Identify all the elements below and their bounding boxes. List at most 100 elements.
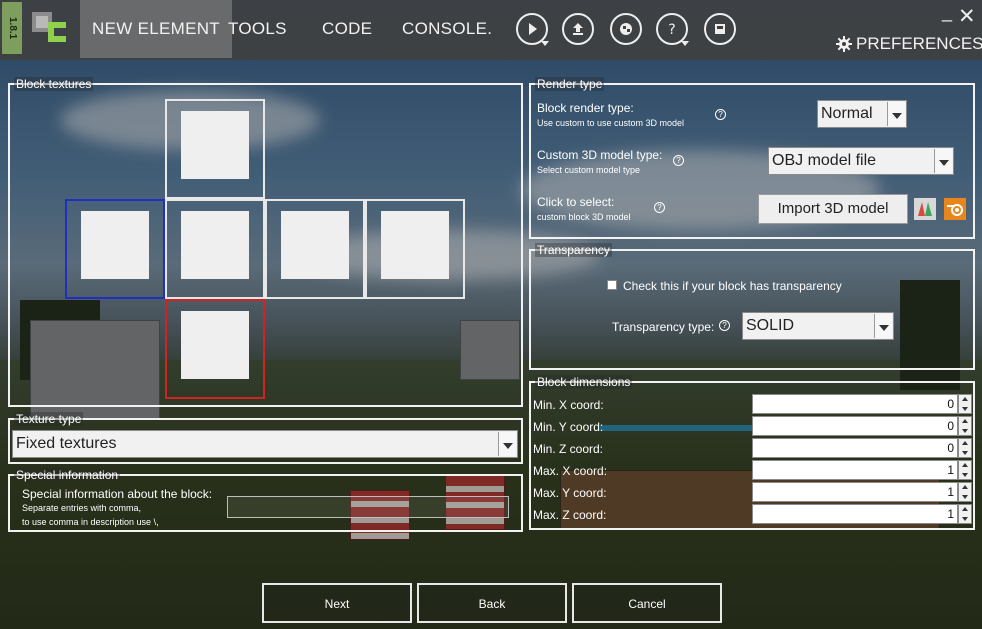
min-y-label: Min. Y coord: [533,420,604,434]
transparency-checkbox[interactable] [607,280,617,290]
mod-icon [620,23,632,35]
preferences-label: PREFERENCES [856,34,982,53]
close-button[interactable]: ✕ [958,4,976,29]
run-button[interactable] [516,13,549,46]
spinner-arrows[interactable] [958,438,972,458]
mod-button[interactable] [610,13,642,45]
mcreator-logo-icon [30,8,72,50]
select-model-hint: custom block 3D model [537,212,631,222]
model-editor-icon[interactable] [914,198,936,220]
export-button[interactable] [562,13,594,45]
panel-title: Block dimensions [535,375,633,389]
special-info-input[interactable] [227,496,509,518]
blender-icon[interactable] [944,198,966,220]
question-icon: ? [668,22,675,38]
import-3d-model-button[interactable]: Import 3D model [758,194,908,224]
chevron-down-icon [681,41,689,46]
spinner-arrows[interactable] [958,416,972,436]
min-y-input[interactable]: 0 [752,416,958,436]
min-z-spinner[interactable]: 0 [752,438,972,458]
spinner-arrows[interactable] [958,460,972,480]
texture-slot-bottom[interactable] [165,299,265,399]
max-z-label: Max. Z coord: [533,508,607,522]
max-y-spinner[interactable]: 1 [752,482,972,502]
max-x-input[interactable]: 1 [752,460,958,480]
help-icon[interactable]: ? [673,155,684,166]
preferences-button[interactable]: PREFERENCES [836,34,982,54]
texture-preview [81,211,149,279]
spinner-arrows[interactable] [958,482,972,502]
min-x-spinner[interactable]: 0 [752,394,972,414]
transparency-type-value: SOLID [746,317,795,334]
max-z-spinner[interactable]: 1 [752,504,972,524]
panel-title: Block textures [14,77,94,91]
custom-model-hint: Select custom model type [537,165,641,175]
cancel-button[interactable]: Cancel [572,583,722,623]
texture-preview [381,211,449,279]
custom-model-select[interactable]: OBJ model file [768,147,954,175]
custom-model-label: Custom 3D model type: [537,148,663,162]
help-button[interactable]: ? [656,13,689,46]
svg-text:?: ? [668,22,675,38]
transparency-checkbox-label: Check this if your block has transparenc… [623,279,842,293]
texture-preview [181,211,249,279]
min-x-input[interactable]: 0 [752,394,958,414]
help-icon[interactable]: ? [719,320,730,331]
texture-slot-back[interactable] [365,199,465,299]
spinner-arrows[interactable] [958,394,972,414]
texture-slot-left[interactable] [65,199,165,299]
block-render-label: Block render type: [537,101,634,115]
play-icon [529,23,537,35]
chevron-down-icon [498,432,516,456]
panel-title: Special information [14,468,121,482]
texture-slot-right[interactable] [265,199,365,299]
panel-title: Transparency [535,243,612,257]
texture-preview [181,311,249,379]
min-z-label: Min. Z coord: [533,442,604,456]
min-y-spinner[interactable]: 0 [752,416,972,436]
select-model-label: Click to select: [537,195,615,209]
spinner-arrows[interactable] [958,504,972,524]
max-x-spinner[interactable]: 1 [752,460,972,480]
workspace-button[interactable] [704,13,736,45]
upload-icon [573,23,583,35]
special-info-hint: to use comma in description use \, [22,517,159,527]
max-y-label: Max. Y coord: [533,486,607,500]
max-z-input[interactable]: 1 [752,504,958,524]
minimize-button[interactable]: _ [942,2,952,23]
transparency-type-select[interactable]: SOLID [742,312,894,340]
block-render-select[interactable]: Normal [817,100,907,128]
top-bar: 1.8.1 NEW ELEMENT TOOLS CODE CONSOLE. ? … [0,0,982,60]
transparency-panel: Transparency [529,243,975,370]
nav-code[interactable]: CODE [310,0,384,58]
chevron-down-icon [934,149,952,173]
next-button[interactable]: Next [262,583,412,623]
texture-preview [181,111,249,179]
texture-slot-top[interactable] [165,99,265,199]
nav-console[interactable]: CONSOLE. [390,0,504,58]
transparency-type-label: Transparency type: [612,320,715,334]
special-info-label: Special information about the block: [22,487,213,501]
max-y-input[interactable]: 1 [752,482,958,502]
nav-new-element[interactable]: NEW ELEMENT [80,0,232,58]
block-render-value: Normal [821,105,873,122]
panel-title: Render type [535,77,605,91]
special-info-hint: Separate entries with comma, [22,503,142,513]
help-icon[interactable]: ? [654,202,665,213]
chevron-down-icon [874,314,892,338]
min-z-input[interactable]: 0 [752,438,958,458]
nav-tools[interactable]: TOOLS [216,0,299,58]
chevron-down-icon [541,41,549,46]
texture-type-value: Fixed textures [16,435,117,452]
texture-slot-front[interactable] [165,199,265,299]
back-button[interactable]: Back [417,583,567,623]
workspace-icon [715,24,725,34]
min-x-label: Min. X coord: [533,398,604,412]
texture-type-select[interactable]: Fixed textures [12,430,518,458]
chevron-down-icon [887,102,905,126]
gear-icon [836,36,852,52]
version-badge: 1.8.1 [2,2,22,54]
panel-title: Texture type [14,412,84,426]
max-x-label: Max. X coord: [533,464,608,478]
help-icon[interactable]: ? [715,109,726,120]
